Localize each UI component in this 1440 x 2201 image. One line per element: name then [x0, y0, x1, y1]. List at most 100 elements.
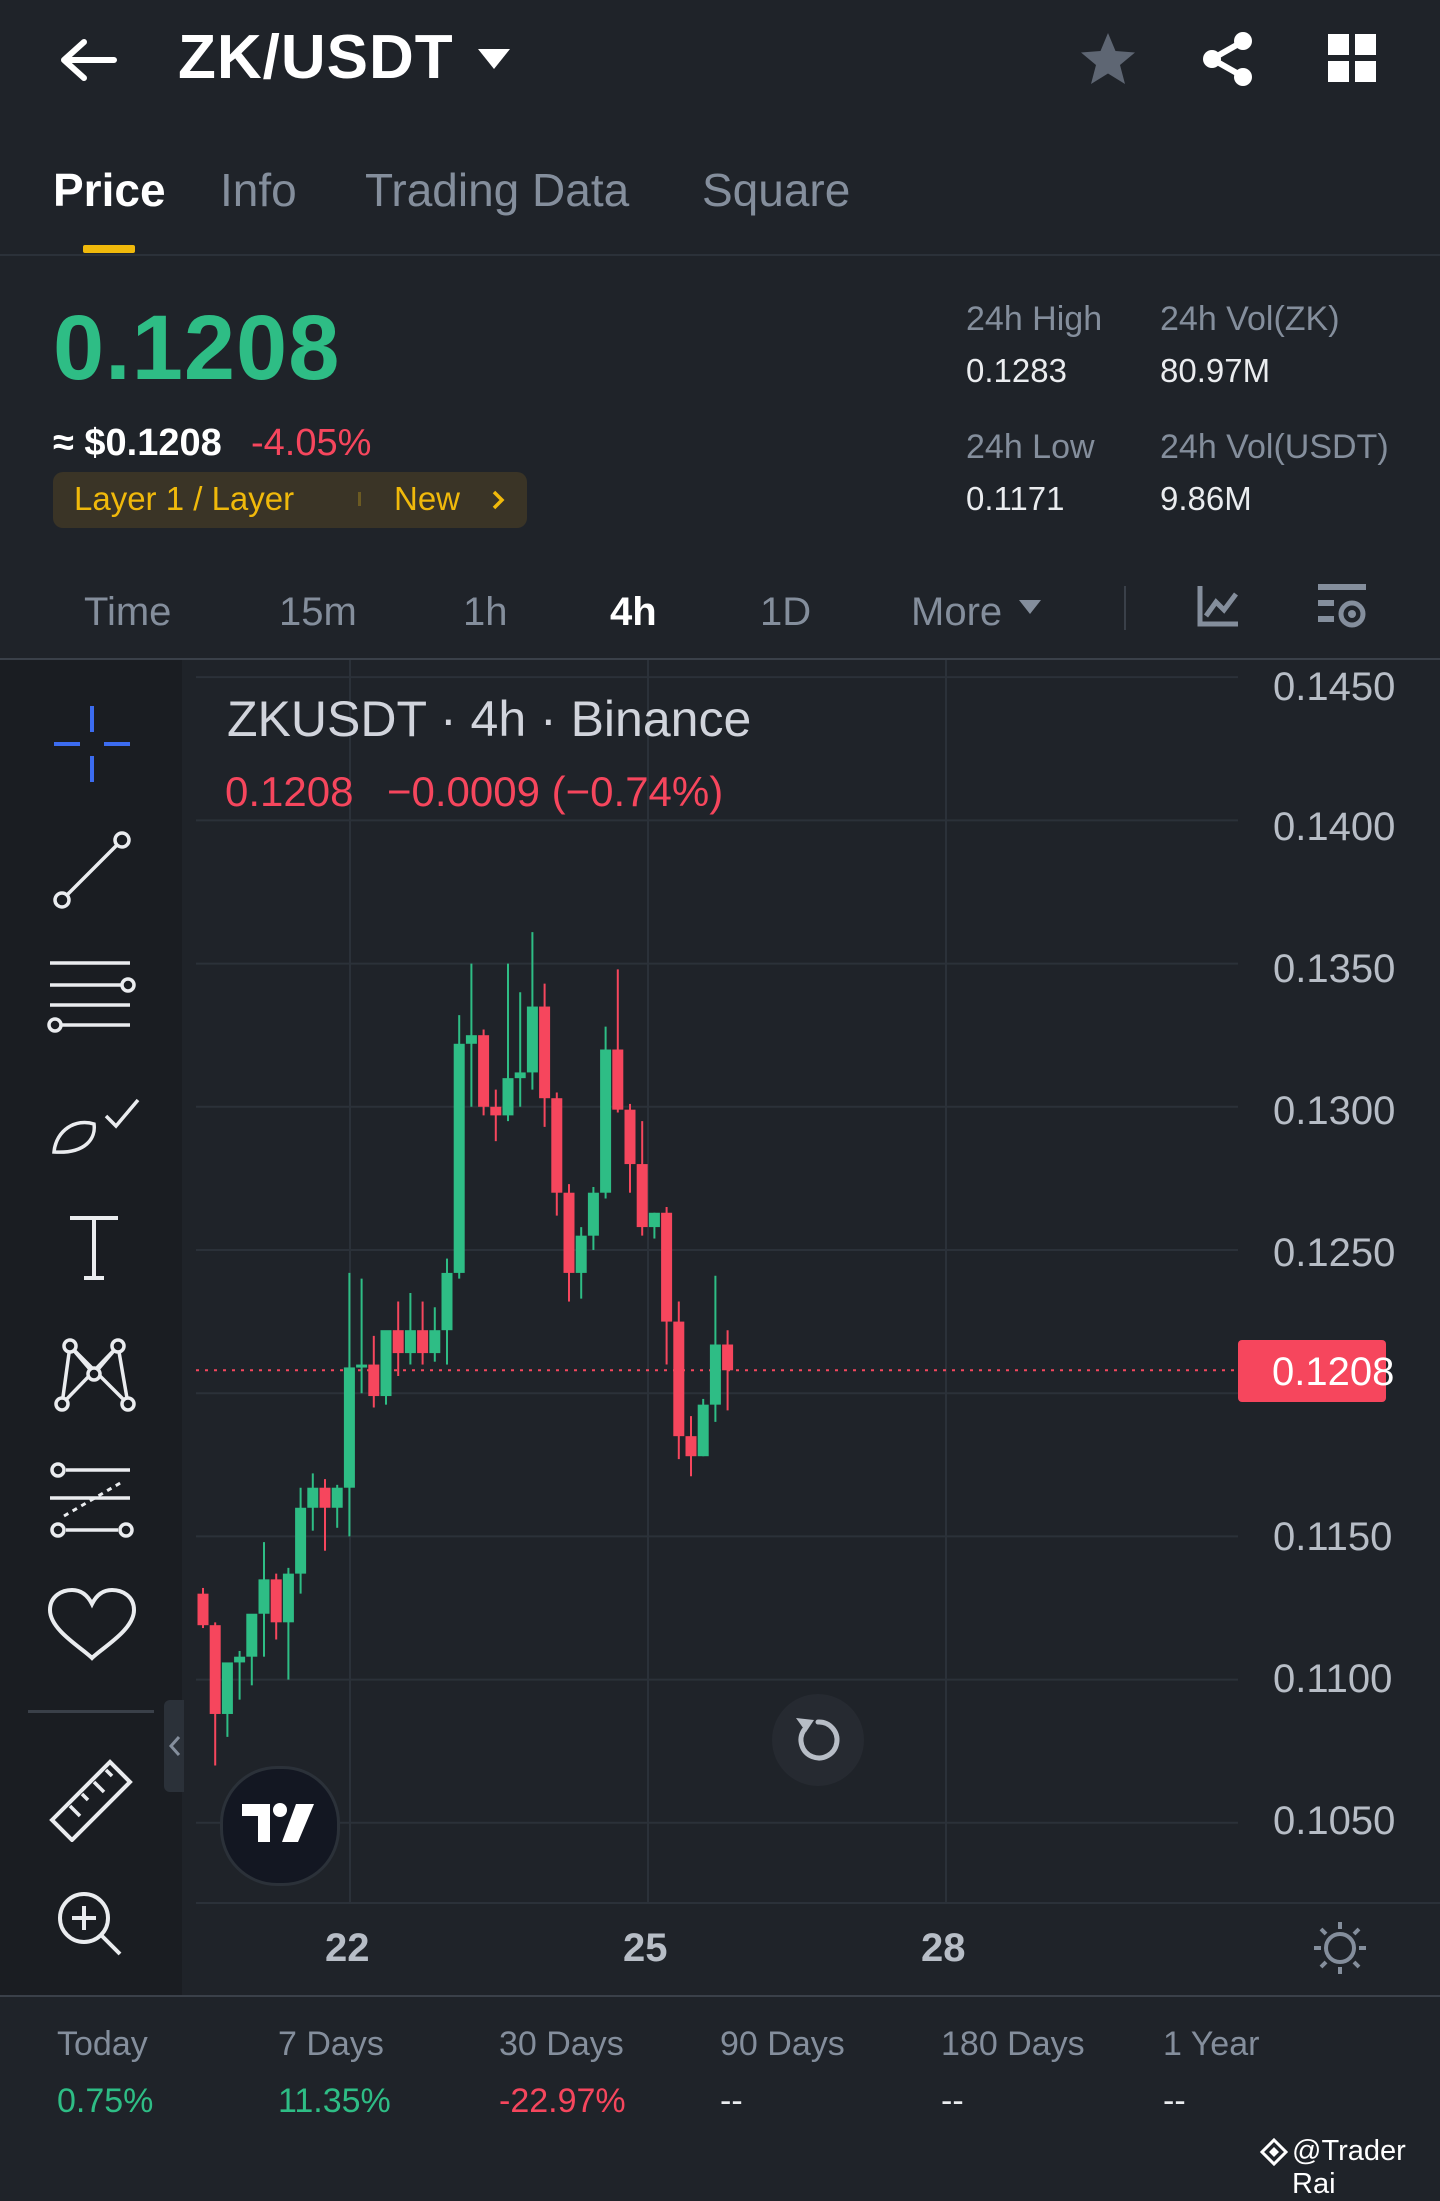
candle-body — [722, 1344, 734, 1371]
candle-body — [490, 1106, 502, 1116]
candle-body — [551, 1098, 563, 1193]
heart-icon[interactable] — [46, 1586, 138, 1664]
pattern-icon[interactable] — [48, 1330, 140, 1414]
period-value: 0.75% — [57, 2082, 154, 2120]
high-value: 0.1283 — [966, 352, 1067, 389]
candle-body — [270, 1579, 282, 1623]
category-tag-label: Layer 1 / Layer — [74, 480, 295, 517]
y-tick-label: 0.1400 — [1273, 805, 1396, 849]
price-change-percent: -4.05% — [251, 422, 372, 464]
star-icon[interactable] — [1078, 30, 1138, 88]
brightness-icon[interactable] — [1312, 1920, 1368, 1976]
candle-body — [587, 1192, 599, 1236]
candle-body — [575, 1235, 587, 1273]
share-icon[interactable] — [1198, 30, 1258, 88]
text-icon[interactable] — [66, 1212, 122, 1284]
ohlc-change: −0.0009 (−0.74%) — [387, 768, 724, 815]
chart-settings-icon[interactable] — [1316, 582, 1370, 632]
tag-separator — [358, 492, 361, 506]
candle-body — [453, 1043, 465, 1273]
current-price-label: 0.1208 — [1272, 1350, 1395, 1394]
y-tick-label: 0.1250 — [1273, 1231, 1396, 1275]
x-tick-label: 25 — [623, 1926, 668, 1970]
candle-body — [417, 1330, 429, 1354]
candle-body — [197, 1593, 209, 1626]
top-bar: ZK/USDT — [0, 0, 1440, 120]
fib-icon[interactable] — [44, 1460, 140, 1544]
candle-body — [563, 1192, 575, 1273]
period-label: Today — [57, 2025, 148, 2063]
vol-base-label: 24h Vol(ZK) — [1160, 300, 1340, 338]
crosshair-icon[interactable] — [50, 702, 134, 786]
candle-body — [258, 1579, 270, 1614]
x-tick-label: 28 — [921, 1926, 966, 1970]
candle-body — [380, 1330, 392, 1397]
vol-quote-value: 9.86M — [1160, 480, 1252, 517]
candle-body — [673, 1321, 685, 1437]
binance-logo-icon — [1260, 2138, 1288, 2166]
candle-body — [661, 1212, 673, 1322]
y-tick-label: 0.1100 — [1273, 1657, 1393, 1701]
usd-price: ≈ $0.1208 — [53, 422, 222, 464]
interval-more[interactable]: More — [911, 590, 1002, 635]
horizontal-lines-icon[interactable] — [44, 955, 140, 1039]
candle-body — [709, 1344, 721, 1405]
interval-1d[interactable]: 1D — [760, 590, 811, 635]
grid-icon[interactable] — [1328, 34, 1378, 84]
candle-body — [282, 1573, 294, 1623]
candle-body — [514, 1072, 526, 1079]
interval-4h[interactable]: 4h — [610, 590, 657, 635]
tab-price[interactable]: Price — [53, 163, 166, 217]
more-caret-icon[interactable] — [1018, 598, 1042, 616]
interval-1h[interactable]: 1h — [463, 590, 508, 635]
candle-body — [636, 1164, 648, 1228]
candle-body — [429, 1330, 441, 1354]
indicator-icon[interactable] — [1196, 584, 1240, 628]
tab-info[interactable]: Info — [220, 163, 297, 217]
candle-body — [368, 1364, 380, 1397]
vol-base-value: 80.97M — [1160, 352, 1271, 389]
toolbar-divider — [28, 1710, 154, 1713]
ruler-icon[interactable] — [46, 1752, 136, 1842]
watermark: @Trader Rai — [1292, 2135, 1406, 2200]
candle-body — [441, 1272, 453, 1331]
zoom-in-icon[interactable] — [54, 1888, 126, 1960]
last-price: 0.1208 — [53, 297, 341, 399]
period-label: 1 Year — [1163, 2025, 1260, 2063]
candle-body — [697, 1404, 709, 1457]
candle-body — [392, 1330, 404, 1354]
candle-body — [307, 1487, 319, 1508]
tab-trading-data[interactable]: Trading Data — [365, 163, 629, 217]
candle-body — [343, 1367, 355, 1488]
candle-body — [356, 1364, 368, 1368]
candle-body — [246, 1613, 258, 1657]
chevron-right-icon — [492, 490, 505, 510]
interval-separator — [1124, 586, 1126, 630]
y-tick-label: 0.1300 — [1273, 1089, 1396, 1133]
period-value: -- — [941, 2082, 964, 2120]
period-label: 90 Days — [720, 2025, 845, 2063]
candle-body — [685, 1436, 697, 1457]
tradingview-logo-icon — [242, 1803, 314, 1842]
candle-body — [539, 1006, 551, 1099]
chevron-left-icon[interactable] — [168, 1734, 182, 1758]
tab-square[interactable]: Square — [702, 163, 850, 217]
period-label: 30 Days — [499, 2025, 624, 2063]
period-label: 7 Days — [278, 2025, 384, 2063]
pair-title[interactable]: ZK/USDT — [178, 22, 454, 93]
candle-body — [209, 1625, 221, 1714]
back-arrow-icon[interactable] — [58, 36, 118, 84]
candlestick-chart[interactable] — [0, 660, 1440, 1995]
candle-body — [295, 1507, 307, 1574]
candle-body — [648, 1212, 660, 1228]
trendline-icon[interactable] — [50, 828, 134, 912]
low-value: 0.1171 — [966, 480, 1065, 517]
interval-time[interactable]: Time — [84, 590, 171, 635]
y-tick-label: 0.1350 — [1273, 947, 1396, 991]
candle-body — [319, 1487, 331, 1508]
candle-body — [600, 1049, 612, 1193]
candle-body — [526, 1006, 538, 1073]
brush-icon[interactable] — [46, 1090, 142, 1170]
interval-15m[interactable]: 15m — [279, 590, 357, 635]
caret-down-icon[interactable] — [476, 46, 512, 72]
